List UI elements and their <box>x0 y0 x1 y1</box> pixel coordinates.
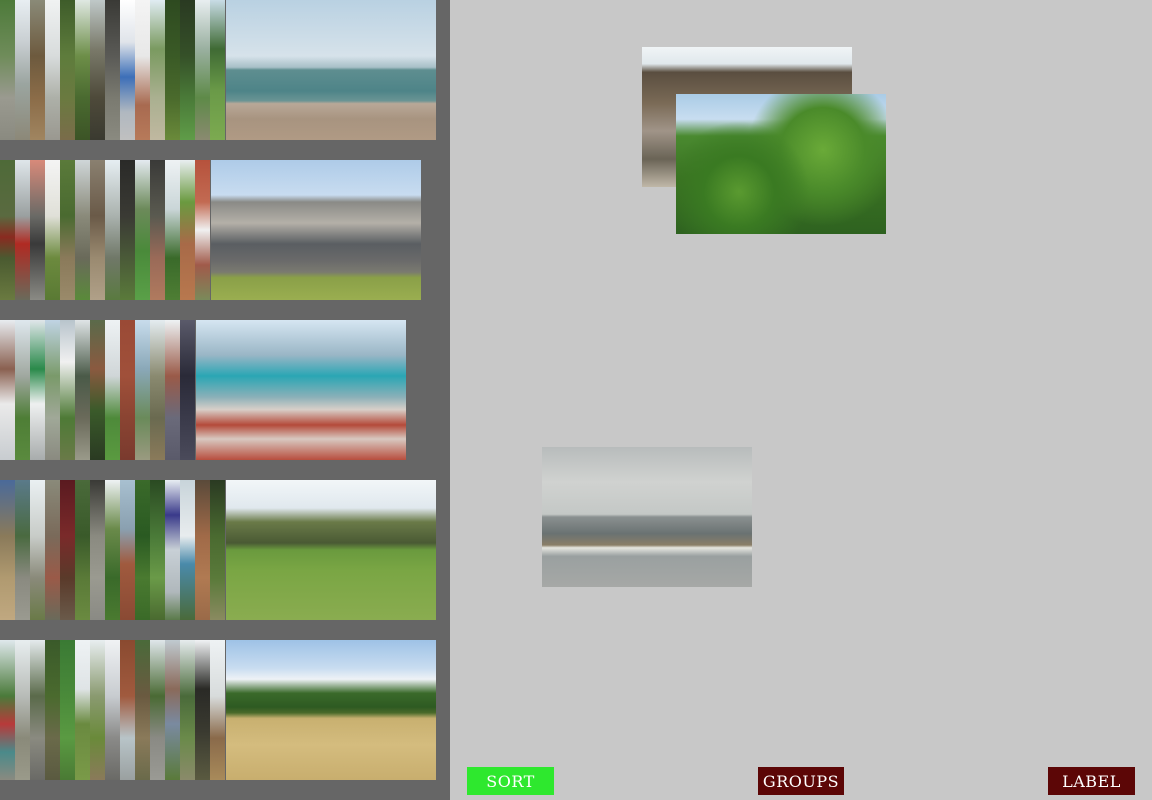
photo-thumbnail-strip[interactable] <box>60 0 75 140</box>
photo-thumbnail-strip[interactable] <box>45 160 60 300</box>
beach-sea-photo[interactable] <box>226 0 436 140</box>
photo-thumbnail-strip[interactable] <box>120 0 135 140</box>
photo-thumbnail-strip[interactable] <box>75 160 90 300</box>
photo-thumbnail-strip[interactable] <box>165 0 180 140</box>
label-button[interactable]: LABEL <box>1048 767 1135 795</box>
photo-thumbnail-strip[interactable] <box>15 320 30 460</box>
photo-thumbnail-strip[interactable] <box>0 640 15 780</box>
photo-thumbnail-strip[interactable] <box>90 0 105 140</box>
photo-thumbnail-strip[interactable] <box>180 160 195 300</box>
photo-thumbnail-strip[interactable] <box>180 320 195 460</box>
photo-thumbnail-strip[interactable] <box>90 160 105 300</box>
photo-thumbnail-strip[interactable] <box>45 320 60 460</box>
groups-button[interactable]: GROUPS <box>758 767 844 795</box>
photo-thumbnail-strip[interactable] <box>60 640 75 780</box>
photo-groups-panel <box>0 0 450 800</box>
photo-thumbnail-strip[interactable] <box>90 480 105 620</box>
field-tripod-photo[interactable] <box>226 480 436 620</box>
photo-thumbnail-strip[interactable] <box>90 640 105 780</box>
photo-thumbnail-strip[interactable] <box>45 0 60 140</box>
photo-thumbnail-strip[interactable] <box>45 640 60 780</box>
photo-group-4[interactable] <box>0 480 436 620</box>
photo-thumbnail-strip[interactable] <box>120 160 135 300</box>
photo-thumbnail-strip[interactable] <box>45 480 60 620</box>
meadow-trees-photo[interactable] <box>226 640 436 780</box>
photo-thumbnail-strip[interactable] <box>0 160 15 300</box>
photo-thumbnail-strip[interactable] <box>15 0 30 140</box>
photo-thumbnail-strip[interactable] <box>120 480 135 620</box>
photo-thumbnail-strip[interactable] <box>30 480 45 620</box>
photo-thumbnail-strip[interactable] <box>195 480 210 620</box>
photo-thumbnail-strip[interactable] <box>60 160 75 300</box>
photo-thumbnail-strip[interactable] <box>180 640 195 780</box>
houses-parking-photo[interactable] <box>211 160 421 300</box>
photo-thumbnail-strip[interactable] <box>135 160 150 300</box>
photo-thumbnail-strip[interactable] <box>120 640 135 780</box>
photo-thumbnail-strip[interactable] <box>165 320 180 460</box>
photo-thumbnail-strip[interactable] <box>105 480 120 620</box>
photo-thumbnail-strip[interactable] <box>180 0 195 140</box>
photo-thumbnail-strip[interactable] <box>30 320 45 460</box>
photo-thumbnail-strip[interactable] <box>195 640 210 780</box>
photo-thumbnail-strip[interactable] <box>60 320 75 460</box>
photo-thumbnail-strip[interactable] <box>150 480 165 620</box>
shopping-street-photo[interactable] <box>196 320 406 460</box>
photo-thumbnail-strip[interactable] <box>165 640 180 780</box>
photo-thumbnail-strip[interactable] <box>15 480 30 620</box>
photo-thumbnail-strip[interactable] <box>15 160 30 300</box>
photo-thumbnail-strip[interactable] <box>105 0 120 140</box>
photo-thumbnail-strip[interactable] <box>0 320 15 460</box>
photo-thumbnail-strip[interactable] <box>150 640 165 780</box>
leaves-photo[interactable] <box>676 94 886 234</box>
photo-thumbnail-strip[interactable] <box>90 320 105 460</box>
photo-group-2[interactable] <box>0 160 421 300</box>
photo-thumbnail-strip[interactable] <box>75 480 90 620</box>
photo-thumbnail-strip[interactable] <box>150 160 165 300</box>
photo-thumbnail-strip[interactable] <box>105 160 120 300</box>
photo-thumbnail-strip[interactable] <box>30 0 45 140</box>
photo-thumbnail-strip[interactable] <box>150 320 165 460</box>
photo-group-5[interactable] <box>0 640 436 780</box>
photo-thumbnail-strip[interactable] <box>195 160 210 300</box>
photo-thumbnail-strip[interactable] <box>165 480 180 620</box>
photo-thumbnail-strip[interactable] <box>135 480 150 620</box>
photo-group-1[interactable] <box>0 0 436 140</box>
photo-thumbnail-strip[interactable] <box>0 480 15 620</box>
photo-thumbnail-strip[interactable] <box>150 0 165 140</box>
photo-thumbnail-strip[interactable] <box>210 480 225 620</box>
photo-thumbnail-strip[interactable] <box>135 640 150 780</box>
photo-thumbnail-strip[interactable] <box>135 0 150 140</box>
photo-thumbnail-strip[interactable] <box>75 320 90 460</box>
sea-waves-photo[interactable] <box>542 447 752 587</box>
photo-thumbnail-strip[interactable] <box>15 640 30 780</box>
photo-thumbnail-strip[interactable] <box>105 640 120 780</box>
sort-button[interactable]: SORT <box>467 767 554 795</box>
photo-thumbnail-strip[interactable] <box>135 320 150 460</box>
photo-thumbnail-strip[interactable] <box>30 160 45 300</box>
photo-thumbnail-strip[interactable] <box>210 640 225 780</box>
photo-thumbnail-strip[interactable] <box>105 320 120 460</box>
photo-thumbnail-strip[interactable] <box>75 640 90 780</box>
photo-thumbnail-strip[interactable] <box>0 0 15 140</box>
photo-thumbnail-strip[interactable] <box>180 480 195 620</box>
photo-thumbnail-strip[interactable] <box>30 640 45 780</box>
photo-thumbnail-strip[interactable] <box>210 0 225 140</box>
photo-thumbnail-strip[interactable] <box>60 480 75 620</box>
photo-thumbnail-strip[interactable] <box>120 320 135 460</box>
photo-group-3[interactable] <box>0 320 406 460</box>
photo-thumbnail-strip[interactable] <box>195 0 210 140</box>
photo-thumbnail-strip[interactable] <box>75 0 90 140</box>
photo-thumbnail-strip[interactable] <box>165 160 180 300</box>
